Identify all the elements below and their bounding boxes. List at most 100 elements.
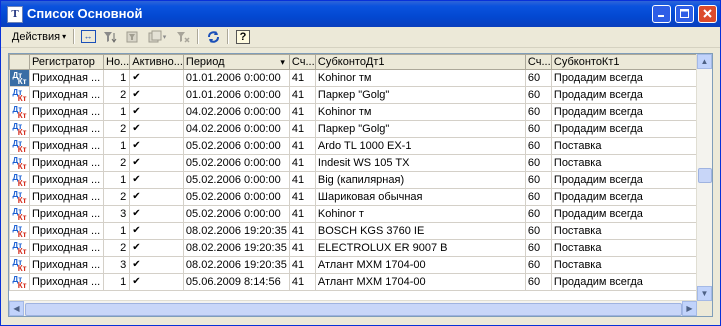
maximize-icon: [680, 9, 689, 18]
column-header-account-kt[interactable]: Сч...: [524, 54, 552, 70]
horizontal-scroll-thumb[interactable]: [25, 303, 682, 316]
cell-line-number: 1: [102, 222, 131, 240]
cell-account-kt: 60: [524, 69, 552, 87]
cell-line-number: 1: [102, 69, 131, 87]
row-type-icon-cell: Дт Кт: [9, 120, 30, 138]
table-row[interactable]: Дт Кт Приходная ... 1 ✔ 01.01.2006 0:00:00 41 K…: [9, 69, 698, 87]
table-row[interactable]: Дт Кт Приходная ... 2 ✔ 05.02.2006 0:00:00 41 Ш…: [9, 188, 698, 206]
column-header-subconto-kt1[interactable]: СубконтоКт1: [550, 54, 698, 70]
scroll-left-button[interactable]: ◀: [9, 301, 24, 316]
kt-label: Кт: [17, 93, 27, 103]
cell-account-dt: 41: [288, 120, 316, 138]
table-row[interactable]: Дт Кт Приходная ... 2 ✔ 04.02.2006 0:00:00 41 П…: [9, 120, 698, 138]
cell-account-dt: 41: [288, 154, 316, 172]
cell-subconto-kt1: Продадим всегда: [550, 86, 698, 104]
cell-active: ✔: [129, 256, 184, 274]
cell-subconto-dt1: Ardo TL 1000 EX-1: [314, 137, 526, 155]
table-row[interactable]: Дт Кт Приходная ... 3 ✔ 05.02.2006 0:00:00 41 K…: [9, 205, 698, 223]
cell-registrar: Приходная ...: [29, 69, 104, 87]
cell-line-number: 3: [102, 205, 131, 223]
kt-label: Кт: [17, 76, 27, 86]
row-type-icon-cell: Дт Кт: [9, 256, 30, 274]
sort-down-icon: ▾: [280, 57, 285, 67]
cell-subconto-dt1: Kohinor т: [314, 205, 526, 223]
row-type-icon-cell: Дт Кт: [9, 103, 30, 121]
scroll-left-icon: ◀: [13, 304, 20, 313]
cell-subconto-kt1: Поставка: [550, 137, 698, 155]
dt-kt-entry-icon: Дт Кт: [13, 241, 27, 255]
maximize-button[interactable]: [675, 5, 694, 23]
cell-line-number: 3: [102, 256, 131, 274]
table-row[interactable]: Дт Кт Приходная ... 1 ✔ 05.02.2006 0:00:00 41 B…: [9, 171, 698, 189]
refresh-button[interactable]: [203, 28, 223, 45]
row-type-icon-cell: Дт Кт: [9, 188, 30, 206]
cell-subconto-kt1: Поставка: [550, 256, 698, 274]
column-header-number[interactable]: Но...: [102, 54, 131, 70]
table-row[interactable]: Дт Кт Приходная ... 1 ✔ 04.02.2006 0:00:00 41 K…: [9, 103, 698, 121]
horizontal-scrollbar[interactable]: ◀ ▶: [9, 300, 697, 316]
table-row[interactable]: Дт Кт Приходная ... 2 ✔ 08.02.2006 19:20:35 41…: [9, 239, 698, 257]
cell-registrar: Приходная ...: [29, 137, 104, 155]
cell-subconto-dt1: Атлант МХМ 1704-00: [314, 273, 526, 291]
column-header-registrar[interactable]: Регистратор: [29, 54, 104, 70]
cell-account-kt: 60: [524, 120, 552, 138]
clear-filter-button[interactable]: [173, 28, 193, 45]
cell-subconto-dt1: BOSCH KGS 3760 IE: [314, 222, 526, 240]
cell-subconto-kt1: Поставка: [550, 154, 698, 172]
title-bar[interactable]: Т Список Основной: [1, 1, 720, 27]
vertical-scrollbar[interactable]: ▲ ▼: [696, 54, 712, 301]
cell-registrar: Приходная ...: [29, 222, 104, 240]
cell-subconto-dt1: Big (капилярная): [314, 171, 526, 189]
minimize-button[interactable]: [652, 5, 671, 23]
filter-by-value-button[interactable]: [122, 28, 142, 45]
row-type-icon-cell: Дт Кт: [9, 154, 30, 172]
cell-subconto-kt1: Продадим всегда: [550, 205, 698, 223]
cell-subconto-kt1: Поставка: [550, 239, 698, 257]
help-icon: ?: [236, 29, 250, 44]
cell-subconto-kt1: Поставка: [550, 222, 698, 240]
dropdown-arrow-icon: ▾: [162, 33, 167, 41]
cell-registrar: Приходная ...: [29, 205, 104, 223]
cell-period: 08.02.2006 19:20:35: [182, 222, 290, 240]
column-header-period[interactable]: Период ▾: [182, 54, 290, 70]
column-header-subconto-dt1[interactable]: СубконтоДт1: [314, 54, 526, 70]
vertical-scroll-thumb[interactable]: [698, 168, 712, 183]
actions-menu-button[interactable]: Действия ▾: [7, 28, 71, 45]
close-icon: [703, 9, 712, 18]
cell-account-dt: 41: [288, 256, 316, 274]
column-header-icon[interactable]: [9, 54, 30, 70]
toolbar-separator: [197, 29, 199, 44]
table-row[interactable]: Дт Кт Приходная ... 1 ✔ 05.06.2009 8:14:56 41 А…: [9, 273, 698, 291]
scroll-up-button[interactable]: ▲: [697, 54, 712, 69]
filter-history-button[interactable]: ▾: [144, 28, 170, 45]
cell-account-kt: 60: [524, 171, 552, 189]
swap-columns-icon: ↔: [80, 30, 96, 43]
scroll-down-button[interactable]: ▼: [697, 286, 712, 301]
cell-account-kt: 60: [524, 205, 552, 223]
dt-kt-entry-icon: Дт Кт: [13, 258, 27, 272]
list-window: Т Список Основной Действия ▾ ↔ ▾ ? Регис…: [0, 0, 721, 326]
filter-by-value-icon: [126, 31, 137, 42]
dt-kt-entry-icon: Дт Кт: [13, 139, 27, 153]
filter-button[interactable]: [100, 28, 120, 45]
cell-subconto-kt1: Продадим всегда: [550, 188, 698, 206]
table-row[interactable]: Дт Кт Приходная ... 2 ✔ 01.01.2006 0:00:00 41 П…: [9, 86, 698, 104]
cell-account-dt: 41: [288, 273, 316, 291]
cell-account-dt: 41: [288, 86, 316, 104]
help-button[interactable]: ?: [233, 28, 253, 45]
cell-line-number: 2: [102, 120, 131, 138]
kt-label: Кт: [17, 110, 27, 120]
column-header-account-dt[interactable]: Сч...: [288, 54, 316, 70]
cell-account-dt: 41: [288, 137, 316, 155]
table-row[interactable]: Дт Кт Приходная ... 1 ✔ 08.02.2006 19:20:35 41…: [9, 222, 698, 240]
swap-columns-button[interactable]: ↔: [78, 28, 98, 45]
dt-kt-entry-icon: Дт Кт: [13, 224, 27, 238]
scroll-right-icon: ▶: [686, 304, 693, 313]
cell-account-kt: 60: [524, 86, 552, 104]
column-header-active[interactable]: Активно...: [129, 54, 184, 70]
table-row[interactable]: Дт Кт Приходная ... 2 ✔ 05.02.2006 0:00:00 41 I…: [9, 154, 698, 172]
table-row[interactable]: Дт Кт Приходная ... 1 ✔ 05.02.2006 0:00:00 41 A…: [9, 137, 698, 155]
close-button[interactable]: [698, 5, 717, 23]
table-row[interactable]: Дт Кт Приходная ... 3 ✔ 08.02.2006 19:20:35 41…: [9, 256, 698, 274]
scroll-right-button[interactable]: ▶: [682, 301, 697, 316]
